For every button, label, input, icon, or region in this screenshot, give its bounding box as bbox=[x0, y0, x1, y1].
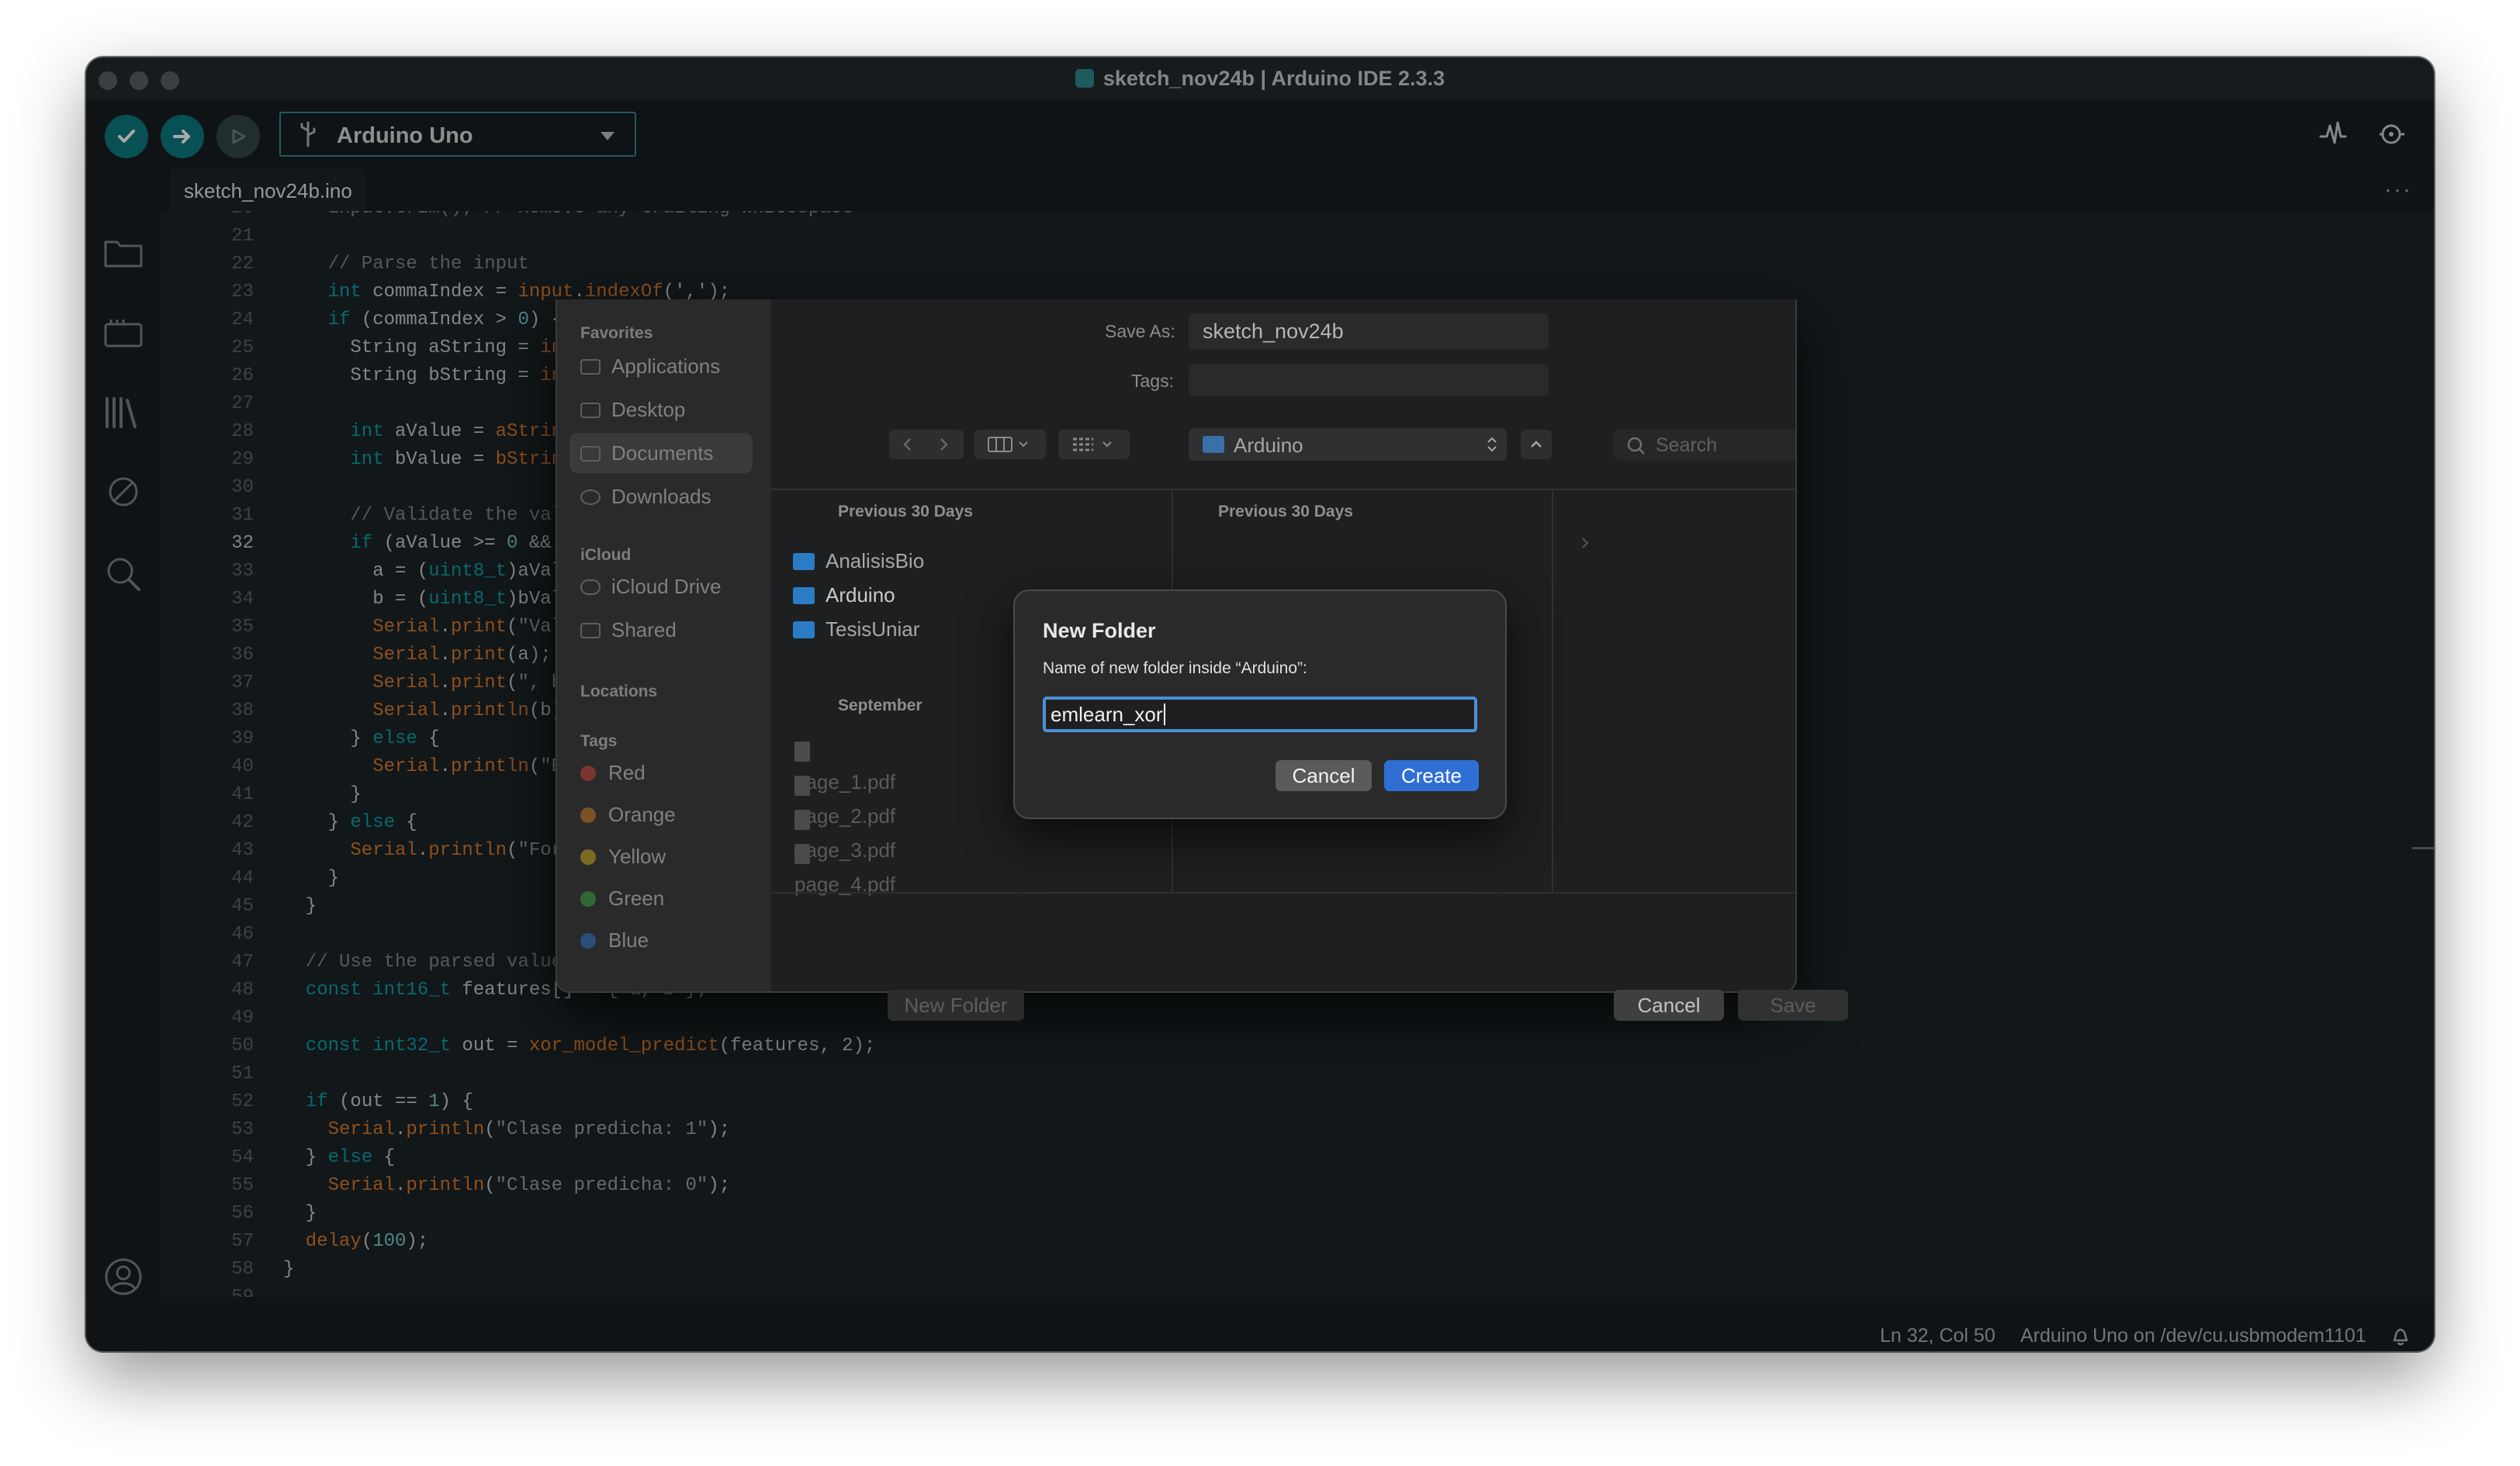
sidebar-section-tags: Tags bbox=[580, 732, 618, 750]
save-as-field[interactable]: sketch_nov24b bbox=[1189, 313, 1549, 349]
folder-row[interactable]: AnalisisBio bbox=[793, 545, 988, 576]
folder-icon bbox=[793, 587, 815, 604]
sidebar-tag-green[interactable]: Green bbox=[580, 878, 664, 918]
back-forward-buttons[interactable] bbox=[889, 430, 964, 459]
file-row[interactable]: page_2.pdf bbox=[794, 769, 895, 828]
location-popup[interactable]: Arduino bbox=[1189, 428, 1507, 461]
folder-icon bbox=[793, 553, 815, 570]
dialog-subtitle: Name of new folder inside “Arduino”: bbox=[1043, 659, 1307, 677]
file-row[interactable]: page_1.pdf bbox=[794, 735, 895, 794]
finder-sidebar: Favorites Applications Desktop Documents… bbox=[557, 299, 771, 991]
tag-dot-icon bbox=[580, 933, 596, 949]
sidebar-section-favorites: Favorites bbox=[580, 324, 653, 342]
cancel-button[interactable]: Cancel bbox=[1276, 760, 1372, 791]
column2-header: Previous 30 Days bbox=[1218, 503, 1353, 520]
chevron-right-icon bbox=[1582, 538, 1589, 548]
pdf-file-icon bbox=[794, 776, 810, 796]
sidebar-item-shared[interactable]: Shared bbox=[580, 610, 677, 650]
expand-collapse-button[interactable] bbox=[1521, 430, 1552, 459]
desktop-icon bbox=[580, 403, 601, 418]
sidebar-tag-yellow[interactable]: Yellow bbox=[580, 836, 666, 876]
chevron-up-icon bbox=[1531, 441, 1542, 448]
save-button[interactable]: Save bbox=[1738, 990, 1848, 1021]
tags-label: Tags: bbox=[1131, 371, 1174, 391]
sidebar-item-desktop[interactable]: Desktop bbox=[580, 389, 685, 430]
pdf-file-icon bbox=[794, 844, 810, 864]
applications-icon bbox=[580, 359, 601, 375]
pdf-file-icon bbox=[794, 810, 810, 830]
sidebar-item-documents[interactable]: Documents bbox=[569, 433, 753, 473]
column1-header: Previous 30 Days bbox=[838, 503, 973, 520]
file-row[interactable]: page_3.pdf bbox=[794, 804, 895, 862]
dialog-title: New Folder bbox=[1043, 619, 1156, 642]
search-icon bbox=[1627, 437, 1645, 455]
sidebar-section-locations: Locations bbox=[580, 683, 658, 700]
search-placeholder: Search bbox=[1656, 434, 1718, 456]
create-button[interactable]: Create bbox=[1384, 760, 1479, 791]
save-as-label: Save As: bbox=[1105, 321, 1175, 341]
columns-view-icon bbox=[988, 437, 1028, 452]
sidebar-item-applications[interactable]: Applications bbox=[580, 346, 720, 386]
folder-icon bbox=[793, 621, 815, 638]
new-folder-button[interactable]: New Folder bbox=[888, 990, 1024, 1021]
pdf-file-icon bbox=[794, 742, 810, 762]
shared-folder-icon bbox=[580, 623, 601, 638]
sidebar-item-icloud-drive[interactable]: iCloud Drive bbox=[580, 566, 722, 607]
tag-dot-icon bbox=[580, 807, 596, 823]
sidebar-tag-orange[interactable]: Orange bbox=[580, 794, 676, 835]
file-row[interactable]: page_4.pdf bbox=[794, 838, 895, 896]
column-divider-2 bbox=[1552, 489, 1553, 892]
folder-icon bbox=[1203, 436, 1224, 453]
grid-icon bbox=[1073, 437, 1112, 451]
cancel-button[interactable]: Cancel bbox=[1614, 990, 1724, 1021]
column1-section-header: September bbox=[838, 697, 922, 714]
view-mode-button[interactable] bbox=[974, 430, 1046, 459]
chevron-left-icon[interactable] bbox=[900, 437, 916, 452]
browser-bottom-divider bbox=[771, 892, 1795, 894]
tag-dot-icon bbox=[580, 849, 596, 865]
text-cursor bbox=[1163, 704, 1165, 725]
group-mode-button[interactable] bbox=[1058, 430, 1130, 459]
sidebar-item-downloads[interactable]: Downloads bbox=[580, 476, 711, 517]
folder-row[interactable]: Arduino bbox=[793, 579, 988, 610]
updown-chevron-icon bbox=[1487, 437, 1497, 452]
tags-field[interactable] bbox=[1189, 365, 1549, 396]
browser-top-divider bbox=[771, 489, 1795, 490]
folder-name-value: emlearn_xor bbox=[1051, 703, 1163, 726]
sidebar-tag-blue[interactable]: Blue bbox=[580, 920, 649, 960]
downloads-icon bbox=[580, 489, 601, 505]
cloud-icon bbox=[580, 579, 601, 595]
folder-name-input[interactable]: emlearn_xor bbox=[1043, 697, 1477, 732]
folder-row[interactable]: TesisUniar bbox=[793, 614, 988, 645]
new-folder-dialog: New Folder Name of new folder inside “Ar… bbox=[1013, 590, 1507, 819]
tag-dot-icon bbox=[580, 891, 596, 907]
chevron-right-icon[interactable] bbox=[936, 437, 951, 452]
sidebar-tag-red[interactable]: Red bbox=[580, 752, 646, 793]
search-field[interactable]: Search bbox=[1614, 430, 1795, 461]
location-label: Arduino bbox=[1234, 434, 1303, 457]
tag-dot-icon bbox=[580, 766, 596, 781]
document-icon bbox=[580, 446, 601, 462]
sidebar-section-icloud: iCloud bbox=[580, 546, 632, 564]
